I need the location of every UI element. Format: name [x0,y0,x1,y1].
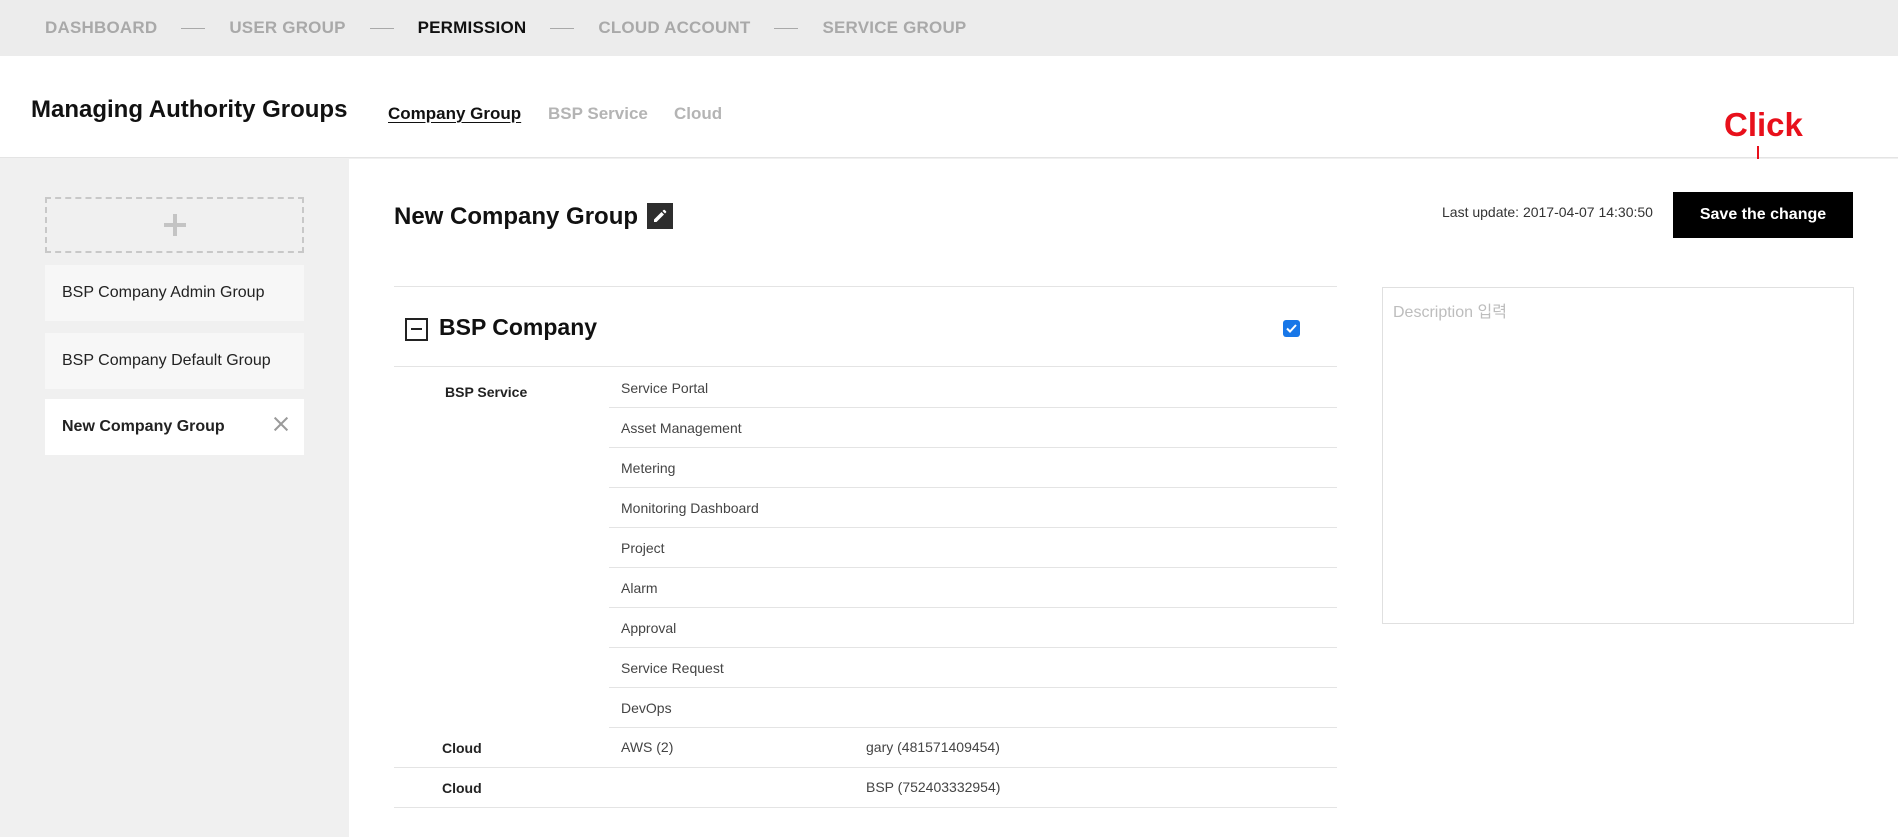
nav-separator [774,27,799,29]
list-item: DevOps [609,688,1337,728]
edit-title-button[interactable] [647,203,673,229]
add-group-button[interactable] [45,197,304,253]
list-item: Monitoring Dashboard [609,488,1337,528]
top-nav: DASHBOARD USER GROUP PERMISSION CLOUD AC… [0,0,1898,56]
nav-dashboard[interactable]: DASHBOARD [45,18,157,38]
cloud-label: Cloud [442,780,482,796]
section-title: BSP Company [439,314,598,340]
list-item: Metering [609,448,1337,488]
cloud-provider: AWS (2) [621,739,674,755]
tab-bsp-service[interactable]: BSP Service [548,104,648,124]
sidebar-item-label: BSP Company Admin Group [62,284,265,301]
cloud-label: Cloud [442,740,482,756]
collapse-icon[interactable] [405,318,428,341]
list-item: Approval [609,608,1337,648]
nav-user-group[interactable]: USER GROUP [229,18,345,38]
nav-separator [550,27,575,29]
pencil-icon [654,209,667,222]
nav-permission[interactable]: PERMISSION [418,18,527,38]
table-row: Cloud AWS (2) gary (481571409454) [394,728,1337,768]
click-annotation-label: Click [1724,106,1803,143]
save-change-button[interactable]: Save the change [1673,192,1853,238]
nav-cloud-account[interactable]: CLOUD ACCOUNT [598,18,750,38]
permission-panel: BSP Company BSP Service Service Portal A… [394,286,1337,808]
tab-cloud[interactable]: Cloud [674,104,722,124]
list-item: Service Portal [609,368,1337,408]
cloud-account: gary (481571409454) [866,739,1000,755]
checkmark-icon [1286,324,1297,333]
sidebar-item-label: BSP Company Default Group [62,352,271,369]
service-list: Service Portal Asset Management Metering… [609,368,1337,728]
sidebar-item-default-group[interactable]: BSP Company Default Group [45,333,304,389]
service-category-label: BSP Service [445,384,528,400]
sidebar-item-new-group[interactable]: New Company Group [45,399,304,455]
nav-service-group[interactable]: SERVICE GROUP [822,18,966,38]
section-checkbox[interactable] [1283,320,1300,337]
last-update-timestamp: Last update: 2017-04-07 14:30:50 [1442,204,1653,220]
group-title: New Company Group [394,203,639,230]
cloud-account: BSP (752403332954) [866,779,1001,795]
close-icon[interactable] [274,417,288,431]
tab-company-group[interactable]: Company Group [388,104,521,124]
nav-separator [181,27,206,29]
plus-icon [163,214,186,236]
page-title: Managing Authority Groups [31,96,348,123]
table-row: Cloud BSP (752403332954) [394,768,1337,808]
sidebar-item-admin-group[interactable]: BSP Company Admin Group [45,265,304,321]
list-item: Project [609,528,1337,568]
list-item: Asset Management [609,408,1337,448]
list-item: Service Request [609,648,1337,688]
page-header: Managing Authority Groups Company Group … [0,56,1898,158]
section-header: BSP Company [394,287,1337,367]
description-input[interactable] [1382,287,1854,624]
main-content: New Company Group Last update: 2017-04-0… [349,159,1898,837]
sidebar: BSP Company Admin Group BSP Company Defa… [0,159,349,837]
sidebar-item-label: New Company Group [62,418,225,435]
nav-separator [369,27,394,29]
list-item: Alarm [609,568,1337,608]
